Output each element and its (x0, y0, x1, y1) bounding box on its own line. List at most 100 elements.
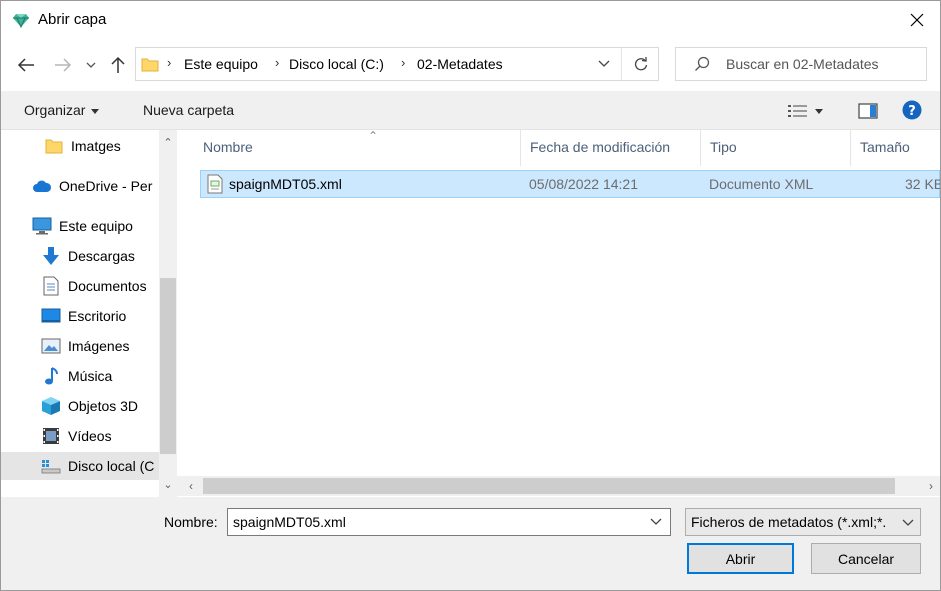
file-name-combobox[interactable] (227, 508, 671, 536)
close-button[interactable] (894, 1, 940, 39)
xml-file-icon (206, 174, 224, 194)
back-button[interactable] (15, 54, 37, 76)
breadcrumb-separator-icon: › (401, 55, 406, 70)
file-name-label: Nombre: (164, 514, 218, 530)
dialog-title: Abrir capa (38, 11, 107, 28)
title-bar: Abrir capa (1, 1, 940, 39)
change-view-button[interactable] (787, 102, 823, 118)
arrow-right-icon (55, 58, 72, 72)
nav-item-imagenes[interactable]: Imágenes (1, 332, 159, 360)
navigation-scrollbar[interactable]: ⌃ ⌄ (159, 130, 177, 498)
nav-item-escritorio[interactable]: Escritorio (1, 302, 159, 330)
nav-item-label: Imatges (71, 138, 121, 154)
file-size: 32 KB (905, 176, 941, 192)
breadcrumb-separator-icon: › (275, 55, 280, 70)
cube-icon (41, 396, 61, 416)
new-folder-button[interactable]: Nueva carpeta (143, 102, 234, 118)
file-name: spaignMDT05.xml (229, 176, 342, 192)
nav-item-imatges[interactable]: Imatges (1, 132, 159, 160)
file-modified: 05/08/2022 14:21 (529, 176, 638, 192)
desktop-icon (41, 306, 61, 326)
address-bar[interactable]: › Este equipo › Disco local (C:) › 02-Me… (135, 47, 659, 81)
search-icon (694, 56, 710, 72)
scroll-left-icon[interactable]: ‹ (183, 478, 199, 494)
forward-button[interactable] (52, 54, 74, 76)
nav-item-label: Este equipo (59, 218, 133, 234)
file-name-dropdown[interactable] (642, 509, 670, 535)
command-bar: Organizar Nueva carpeta ? (1, 91, 940, 129)
nav-item-label: Disco local (C (68, 458, 155, 474)
open-button[interactable]: Abrir (687, 543, 794, 574)
caret-down-icon (815, 108, 823, 114)
drive-icon (41, 456, 61, 476)
nav-item-documentos[interactable]: Documentos (1, 272, 159, 300)
dialog-footer: Nombre: Ficheros de metadatos (*.xml;*. … (1, 497, 940, 590)
help-icon: ? (902, 100, 922, 120)
column-header-size[interactable]: Tamaño (851, 130, 940, 166)
search-box[interactable] (675, 47, 927, 81)
folder-icon (44, 136, 64, 156)
nav-item-label: Escritorio (68, 308, 127, 324)
preview-pane-icon (858, 103, 878, 119)
nav-item-este-equipo[interactable]: Este equipo (1, 212, 159, 240)
refresh-icon (634, 57, 647, 71)
nav-item-videos[interactable]: Vídeos (1, 422, 159, 450)
breadcrumb-disco-local[interactable]: Disco local (C:) (289, 56, 384, 72)
caret-down-icon (91, 108, 100, 114)
scrollbar-thumb[interactable] (160, 278, 176, 454)
view-details-icon (788, 105, 807, 118)
nav-item-label: OneDrive - Per (59, 178, 153, 194)
nav-item-label: Objetos 3D (68, 398, 139, 414)
breadcrumb-separator-icon: › (167, 55, 172, 70)
scroll-right-icon[interactable]: › (923, 478, 939, 494)
column-header-type[interactable]: Tipo (701, 130, 851, 166)
arrow-left-icon (17, 58, 34, 72)
pictures-icon (41, 336, 61, 356)
file-type-value: Ficheros de metadatos (*.xml;*. (691, 514, 887, 530)
recent-locations-button[interactable] (83, 54, 99, 76)
horizontal-scrollbar[interactable]: ‹ › (177, 476, 940, 496)
chevron-down-icon (86, 62, 96, 68)
nav-item-label: Documentos (68, 278, 147, 294)
computer-icon (32, 216, 52, 236)
arrow-up-icon (111, 56, 125, 73)
help-button[interactable]: ? (902, 100, 922, 123)
up-button[interactable] (107, 54, 129, 76)
nav-item-objetos-3d[interactable]: Objetos 3D (1, 392, 159, 420)
nav-item-label: Descargas (68, 248, 135, 264)
breadcrumb-02-metadates[interactable]: 02-Metadates (417, 56, 503, 72)
address-history-dropdown[interactable] (588, 48, 620, 80)
column-header-name[interactable]: Nombre ⌃ (194, 129, 521, 166)
cancel-button[interactable]: Cancelar (811, 543, 921, 574)
scroll-up-icon[interactable]: ⌃ (161, 136, 175, 150)
search-input[interactable] (726, 56, 916, 72)
navigation-pane: Imatges OneDrive - Per Este equipo Desca… (1, 129, 177, 498)
svg-text:?: ? (908, 104, 916, 119)
video-icon (41, 426, 61, 446)
preview-pane-button[interactable] (858, 103, 878, 122)
file-row[interactable]: spaignMDT05.xml 05/08/2022 14:21 Documen… (200, 170, 940, 198)
scroll-down-icon[interactable]: ⌄ (161, 478, 175, 492)
file-name-input[interactable] (228, 509, 642, 535)
file-type-select[interactable]: Ficheros de metadatos (*.xml;*. (685, 508, 921, 536)
document-icon (41, 276, 61, 296)
open-layer-dialog: Abrir capa › Este equipo › Disco local (… (0, 0, 941, 591)
download-icon (41, 246, 61, 266)
nav-item-label: Vídeos (68, 428, 112, 444)
nav-item-disco-local[interactable]: Disco local (C (1, 452, 159, 480)
nav-item-musica[interactable]: Música (1, 362, 159, 390)
column-header-label: Nombre (203, 139, 253, 155)
nav-item-label: Imágenes (68, 338, 130, 354)
scrollbar-thumb[interactable] (203, 478, 895, 494)
breadcrumb-este-equipo[interactable]: Este equipo (184, 56, 258, 72)
gem-app-icon (12, 11, 30, 29)
column-header-modified[interactable]: Fecha de modificación (521, 130, 701, 166)
nav-item-descargas[interactable]: Descargas (1, 242, 159, 270)
refresh-button[interactable] (621, 48, 659, 80)
organize-menu-button[interactable]: Organizar (24, 102, 100, 118)
music-icon (41, 366, 61, 386)
file-list-pane: Nombre ⌃ Fecha de modificación Tipo Tama… (177, 129, 940, 497)
chevron-down-icon (900, 515, 916, 531)
chevron-down-icon (650, 518, 662, 525)
nav-item-onedrive[interactable]: OneDrive - Per (1, 172, 159, 200)
